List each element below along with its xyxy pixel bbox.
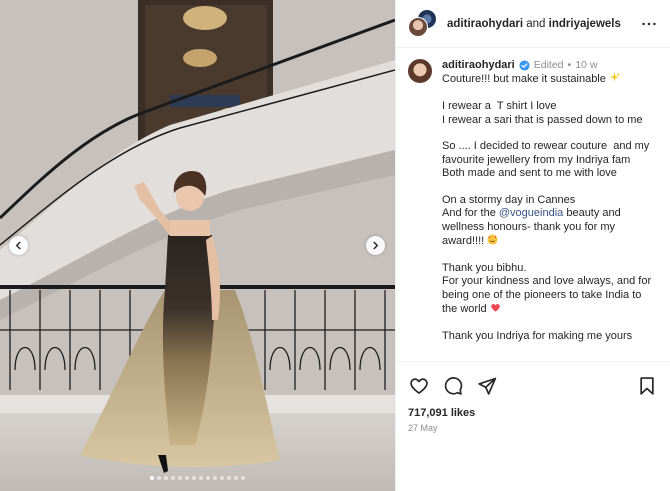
header-user-secondary[interactable]: indriyajewels <box>549 18 621 30</box>
sparkles-emoji-icon <box>609 72 620 83</box>
carousel-dot <box>199 476 203 480</box>
carousel-next-button[interactable] <box>366 236 385 255</box>
share-button[interactable] <box>476 375 498 397</box>
caption-line: I rewear a T shirt I love <box>442 100 557 113</box>
caption-line: Couture!!! but make it sustainable <box>442 72 658 86</box>
more-horizontal-icon <box>642 22 656 25</box>
post-details-panel: aditiraohydari and indriyajewels aditira… <box>395 0 670 491</box>
red-heart-emoji-icon <box>490 304 500 312</box>
carousel-prev-button[interactable] <box>9 236 28 255</box>
like-button[interactable] <box>408 375 430 397</box>
caption-line: Thank you Indriya for making me yours <box>442 330 633 343</box>
action-icons-row <box>408 374 658 398</box>
like-count[interactable]: 717,091 likes <box>408 407 658 419</box>
carousel-dot <box>164 476 168 480</box>
header-user-primary[interactable]: aditiraohydari <box>447 18 523 30</box>
header-joiner: and <box>526 17 546 30</box>
comment-button[interactable] <box>442 375 464 397</box>
caption-line: Both made and sent to me with love <box>442 167 617 180</box>
carousel-dot <box>171 476 175 480</box>
caption-line: I rewear a sari that is passed down to m… <box>442 113 643 126</box>
share-icon <box>478 377 497 395</box>
photo-scene <box>0 0 395 491</box>
heart-icon <box>410 378 428 394</box>
avatar-aditiraohydari[interactable] <box>408 16 428 37</box>
caption-line: Thank you bibhu. <box>442 262 527 275</box>
instagram-post: aditiraohydari and indriyajewels aditira… <box>0 0 670 491</box>
caption-header: aditiraohydari Edited • 10 w <box>442 59 658 72</box>
carousel-dot <box>157 476 161 480</box>
save-button[interactable] <box>636 375 658 397</box>
post-photo[interactable] <box>0 0 395 491</box>
chevron-right-icon <box>373 241 379 250</box>
carousel-indicator <box>0 476 395 480</box>
caption-username[interactable]: aditiraohydari <box>442 59 515 72</box>
caption-line: So .... I decided to rewear couture and … <box>442 140 653 166</box>
post-actions: 717,091 likes 27 May <box>396 361 670 433</box>
caption-line: And for the @vogueindia beauty and welln… <box>442 207 624 248</box>
caption-edited: Edited <box>533 59 564 71</box>
chevron-left-icon <box>15 241 21 250</box>
carousel-dot <box>185 476 189 480</box>
carousel-dot <box>178 476 182 480</box>
more-options-button[interactable] <box>640 15 658 33</box>
carousel-dot <box>192 476 196 480</box>
caption-avatar[interactable] <box>408 59 432 83</box>
caption-time: 10 w <box>575 59 598 71</box>
caption-scroll-area[interactable]: aditiraohydari Edited • 10 w Couture!!! … <box>396 49 670 361</box>
comment-icon <box>444 377 463 395</box>
carousel-dot <box>213 476 217 480</box>
caption-line: For your kindness and love always, and f… <box>442 275 655 316</box>
carousel-dot <box>241 476 245 480</box>
carousel-dot <box>150 476 154 480</box>
smiling-hearts-emoji-icon <box>487 234 498 245</box>
caption-separator: • <box>567 59 572 71</box>
mention-link-vogueindia[interactable]: @vogueindia <box>499 207 563 219</box>
header-usernames: aditiraohydari and indriyajewels <box>447 18 621 30</box>
bookmark-icon <box>640 377 654 395</box>
carousel-dot <box>234 476 238 480</box>
caption: aditiraohydari Edited • 10 w Couture!!! … <box>408 59 658 343</box>
post-header: aditiraohydari and indriyajewels <box>396 0 670 48</box>
carousel-dot <box>206 476 210 480</box>
caption-body: aditiraohydari Edited • 10 w Couture!!! … <box>442 59 658 343</box>
caption-line: On a stormy day in Cannes <box>442 194 576 207</box>
collab-avatars[interactable] <box>408 8 438 39</box>
carousel-dot <box>227 476 231 480</box>
verified-badge-icon <box>519 60 530 71</box>
post-date[interactable]: 27 May <box>408 423 658 433</box>
carousel-dot <box>220 476 224 480</box>
